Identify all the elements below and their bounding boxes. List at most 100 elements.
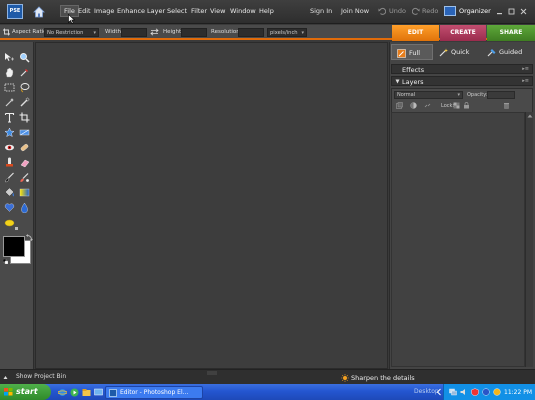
width-field[interactable]: [121, 28, 147, 37]
mode-tab-guided[interactable]: Guided: [483, 44, 533, 60]
layers-panel-header[interactable]: Layers ▸≡: [391, 76, 533, 86]
lasso-tool-icon[interactable]: [19, 82, 30, 93]
security-tray-icon[interactable]: [471, 388, 479, 397]
start-button[interactable]: start: [0, 384, 51, 400]
smart-brush-tool-icon[interactable]: [19, 172, 30, 183]
move-tool-icon[interactable]: [4, 52, 15, 63]
type-tool-icon[interactable]: [4, 112, 15, 123]
paint-bucket-tool-icon[interactable]: [4, 187, 15, 198]
undo-label[interactable]: Undo: [389, 7, 406, 15]
eraser-tool-icon[interactable]: [19, 157, 30, 168]
resolution-field[interactable]: [238, 28, 264, 37]
brush-tool-icon[interactable]: [4, 172, 15, 183]
resize-grip[interactable]: [205, 369, 219, 375]
effects-panel-header[interactable]: Effects ▸≡: [391, 64, 533, 74]
menu-filter[interactable]: Filter: [191, 7, 207, 15]
eyedropper-tool-icon[interactable]: [19, 67, 30, 78]
app-tray-icon[interactable]: [482, 388, 490, 396]
network-tray-icon[interactable]: [449, 388, 457, 396]
link-layers-icon[interactable]: [424, 102, 431, 109]
gradient-tool-icon[interactable]: [19, 187, 30, 198]
straighten-tool-icon[interactable]: [19, 127, 30, 138]
update-tray-icon[interactable]: [493, 388, 501, 396]
menu-edit[interactable]: Edit: [78, 7, 91, 15]
document-canvas-area[interactable]: [35, 42, 388, 369]
restore-icon[interactable]: [508, 8, 515, 15]
default-colors-icon[interactable]: [2, 258, 9, 265]
redo-label[interactable]: Redo: [422, 7, 438, 15]
scroll-up-icon[interactable]: [526, 113, 534, 119]
tab-edit[interactable]: EDIT: [392, 25, 439, 41]
tip-text[interactable]: Sharpen the details: [351, 374, 415, 382]
hand-tool-icon[interactable]: [4, 67, 15, 78]
sign-in-link[interactable]: Sign In: [310, 7, 332, 15]
undo-icon[interactable]: [378, 7, 387, 15]
redo-icon[interactable]: [411, 7, 420, 15]
project-bin-arrow-icon[interactable]: [3, 374, 8, 379]
tab-share[interactable]: SHARE: [487, 25, 535, 41]
shape-tool-icon[interactable]: [4, 202, 15, 213]
show-project-bin-toggle[interactable]: Show Project Bin: [16, 373, 66, 380]
tool-divider: [15, 227, 18, 230]
marquee-tool-icon[interactable]: [4, 82, 15, 93]
taskbar-photoshop-button[interactable]: Editor - Photoshop El...: [105, 386, 203, 399]
lock-transparent-icon[interactable]: [453, 102, 460, 109]
mode-tab-quick[interactable]: Quick: [435, 44, 481, 60]
quick-selection-tool-icon[interactable]: [19, 97, 30, 108]
new-layer-icon[interactable]: [396, 102, 403, 109]
crop-tool-icon[interactable]: [19, 112, 30, 123]
show-desktop-quicklaunch-icon[interactable]: [94, 388, 103, 397]
ie-quicklaunch-icon[interactable]: [57, 388, 68, 397]
organizer-button[interactable]: Organizer: [444, 5, 491, 19]
mode-tab-full[interactable]: Full: [391, 44, 433, 60]
tab-create[interactable]: CREATE: [440, 25, 486, 41]
panel-menu-icon[interactable]: ▸≡: [522, 78, 529, 84]
height-field[interactable]: [181, 28, 207, 37]
opacity-label: Opacity:: [467, 92, 488, 98]
menu-select[interactable]: Select: [167, 7, 187, 15]
layers-panel-title: Layers: [402, 78, 424, 86]
blur-tool-icon[interactable]: [19, 202, 30, 214]
clone-stamp-tool-icon[interactable]: [4, 157, 15, 168]
menu-enhance[interactable]: Enhance: [117, 7, 145, 15]
layers-scrollbar[interactable]: [525, 112, 533, 367]
taskbar-clock[interactable]: 11:22 PM: [504, 389, 532, 396]
panel-menu-icon[interactable]: ▸≡: [522, 66, 529, 72]
minimize-icon[interactable]: [496, 8, 503, 15]
spot-healing-tool-icon[interactable]: [19, 142, 30, 153]
swap-dimensions-icon[interactable]: [150, 28, 159, 36]
swap-colors-icon[interactable]: [25, 234, 33, 242]
zoom-tool-icon[interactable]: [19, 52, 30, 63]
adjustment-layer-icon[interactable]: [410, 102, 417, 109]
menu-help[interactable]: Help: [259, 7, 274, 15]
taskbar-photoshop-label: Editor - Photoshop El...: [120, 389, 189, 396]
aspect-ratio-select[interactable]: No Restriction ▾: [44, 28, 99, 37]
delete-layer-icon[interactable]: [503, 102, 510, 109]
start-label: start: [16, 387, 38, 396]
menu-window[interactable]: Window: [230, 7, 256, 15]
menu-view[interactable]: View: [210, 7, 225, 15]
sponge-tool-icon[interactable]: [4, 217, 15, 228]
layers-list[interactable]: [391, 112, 525, 367]
cookie-cutter-tool-icon[interactable]: [4, 127, 15, 138]
edit-mode-tabs: Full Quick Guided: [391, 44, 533, 60]
tray-expand-icon[interactable]: [436, 388, 442, 396]
foreground-color-swatch[interactable]: [3, 236, 25, 257]
magic-wand-tool-icon[interactable]: [4, 97, 15, 108]
lock-all-icon[interactable]: [463, 102, 470, 109]
join-now-link[interactable]: Join Now: [341, 7, 369, 15]
crop-options-icon[interactable]: [3, 28, 10, 36]
menu-layer[interactable]: Layer: [147, 7, 165, 15]
opacity-field[interactable]: [487, 91, 515, 99]
menu-image[interactable]: Image: [94, 7, 114, 15]
blend-mode-select[interactable]: Normal ▾: [394, 91, 463, 99]
explorer-quicklaunch-icon[interactable]: [82, 388, 91, 397]
media-quicklaunch-icon[interactable]: [70, 388, 79, 397]
volume-tray-icon[interactable]: [460, 388, 468, 396]
collapse-arrow-icon: [395, 79, 400, 84]
close-icon[interactable]: [520, 8, 527, 15]
red-eye-tool-icon[interactable]: [4, 142, 15, 153]
resolution-unit-select[interactable]: pixels/inch ▾: [267, 28, 307, 37]
home-icon[interactable]: [32, 5, 46, 19]
chevron-down-icon: ▾: [457, 92, 460, 98]
